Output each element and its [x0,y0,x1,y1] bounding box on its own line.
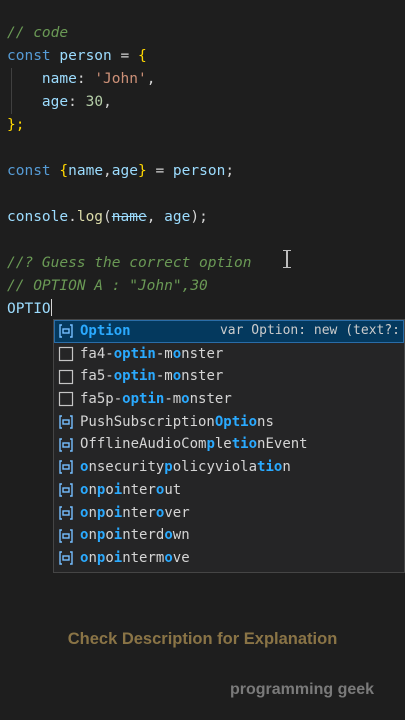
suggestion-label: PushSubscriptionOptions [80,413,274,430]
operator-equals: = [155,163,165,179]
dot: . [68,209,77,225]
text-icon [58,346,74,362]
code-line-9[interactable]: console.log(name, age); [7,206,208,229]
suggestion-item[interactable]: onpointerover [54,502,404,525]
arg-age: age [164,209,191,225]
comment-guess: //? Guess the correct option [7,255,252,271]
key-age: age [41,94,69,110]
variable-icon [58,482,74,498]
close-brace: }; [7,117,25,133]
value-30: 30 [85,94,104,110]
code-line-13[interactable]: OPTIO [7,298,53,321]
arg-comma: , [146,209,165,225]
key-name: name [41,71,77,87]
code-line-4[interactable]: age: 30, [7,91,112,114]
comma: , [146,71,156,87]
variable-icon [58,550,74,566]
variable-icon [58,459,74,475]
suggestion-item[interactable]: onpointermove [54,547,404,570]
suggestion-item[interactable]: Option var Option: new (text?: [54,320,404,343]
destructure-age: age [111,163,138,179]
destructure-close: } [137,163,147,179]
variable-icon [58,414,74,430]
variable-icon [58,505,74,521]
suggestion-label: OfflineAudioCompletionEvent [80,436,308,453]
watermark: programming geek [230,681,375,698]
colon: : [68,94,77,110]
code-line-1[interactable]: // code [7,22,68,45]
open-brace: { [137,48,147,64]
suggestion-label: onpointermove [80,549,190,566]
suggestion-item[interactable]: fa4-optin-monster [54,343,404,366]
autocomplete-suggestion-widget[interactable]: Option var Option: new (text?: fa4-optin-m… [53,319,405,573]
suggestion-item[interactable]: PushSubscriptionOptions [54,411,404,434]
method-log: log [76,209,104,225]
variable-icon [58,528,74,544]
suggestion-item[interactable]: fa5p-optin-monster [54,388,404,411]
comma: , [103,94,112,110]
code-line-7[interactable]: const {name,age} = person; [7,160,234,183]
identifier-person: person [59,48,112,64]
variable-icon [58,323,74,339]
caption-text: Check Description for Explanation [67,630,338,648]
code-line-3[interactable]: name: 'John', [7,68,156,91]
text-select-cursor-icon [283,250,291,268]
keyword-const: const [7,163,51,179]
suggestion-label: fa4-optin-monster [80,345,224,362]
code-line-2[interactable]: const person = { [7,45,147,68]
suggestion-item[interactable]: onpointerdown [54,524,404,547]
identifier-console: console [7,209,69,225]
typed-text: OPTIO [7,301,51,317]
suggestion-detail: var Option: new (text?: [219,323,400,338]
code-line-5[interactable]: }; [7,114,24,137]
comment-option-a: // OPTION A : "John",30 [7,278,208,294]
suggestion-item[interactable]: onsecuritypolicyviolation [54,456,404,479]
suggestion-label: onpointerover [80,504,190,521]
code-line-12[interactable]: // OPTION A : "John",30 [7,275,208,298]
colon: : [76,71,86,87]
destructure-name: name [68,163,104,179]
keyword-const: const [7,48,51,64]
operator-equals: = [120,48,130,64]
paren-close: ); [190,209,208,225]
suggestion-item[interactable]: onpointerout [54,479,404,502]
suggestion-label: onpointerdown [80,527,190,544]
destructure-comma: , [103,163,112,179]
text-icon [58,369,74,385]
suggestion-label: fa5p-optin-monster [80,391,232,408]
comment-code: // code [7,25,69,41]
suggestion-label: onpointerout [80,481,182,498]
suggestion-label: onsecuritypolicyviolation [80,459,291,476]
destructure-open: { [59,163,69,179]
suggestion-label: fa5-optin-monster [80,368,224,385]
suggestion-item[interactable]: fa5-optin-monster [54,365,404,388]
value-john: 'John' [94,71,147,87]
semicolon: ; [225,163,235,179]
arg-name-deprecated: name [111,209,147,225]
variable-icon [58,437,74,453]
paren-open: ( [103,209,112,225]
identifier-person: person [172,163,226,179]
code-line-11[interactable]: //? Guess the correct option [7,252,251,275]
text-icon [58,391,74,407]
text-caret [50,299,53,316]
suggestion-item[interactable]: OfflineAudioCompletionEvent [54,433,404,456]
